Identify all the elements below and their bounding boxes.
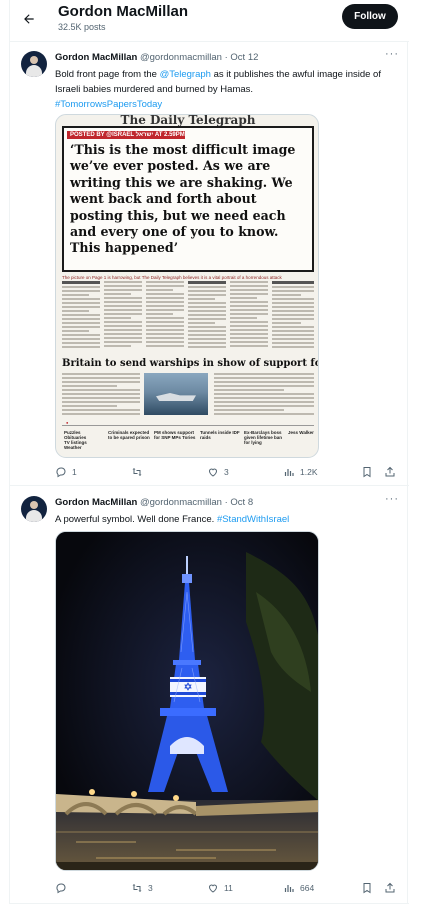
- tweet-image-eiffel-tower[interactable]: [55, 531, 319, 871]
- reply-icon: [56, 883, 66, 894]
- author-handle[interactable]: @gordonmacmillan: [140, 52, 222, 63]
- reply-button[interactable]: 1: [55, 462, 77, 482]
- repost-button[interactable]: [131, 462, 148, 482]
- post-count: 32.5K posts: [58, 22, 106, 32]
- author-name[interactable]: Gordon MacMillan: [55, 52, 137, 63]
- like-icon: [208, 884, 218, 893]
- views-button[interactable]: 1.2K: [283, 462, 318, 482]
- eiffel-tower-illustration: [56, 532, 318, 870]
- footer-story: Jess Walker: [288, 430, 314, 452]
- timeline-column: Gordon MacMillan 32.5K posts Follow Gord…: [9, 0, 409, 904]
- tweet-actions: 3 11 664: [55, 878, 400, 898]
- article-columns: [62, 281, 314, 357]
- article-column: [146, 281, 184, 357]
- share-button[interactable]: [384, 462, 396, 482]
- article-column: [62, 281, 100, 357]
- share-icon: [385, 882, 395, 893]
- footer-story: Criminals expected to be spared prison: [108, 430, 150, 452]
- repost-icon: [132, 468, 142, 476]
- back-arrow-icon[interactable]: [18, 8, 40, 30]
- image-caption: The picture on Page 1 is harrowing, but …: [62, 275, 282, 280]
- bookmark-icon: [363, 467, 371, 478]
- tweet-text-part: A powerful symbol. Well done France.: [55, 514, 217, 525]
- reply-count: 1: [72, 467, 77, 477]
- warship-photo: [144, 373, 208, 415]
- meta-separator: ·: [224, 497, 228, 508]
- like-count: 11: [224, 883, 233, 893]
- reply-icon: [56, 467, 66, 478]
- meta-separator: ·: [224, 52, 228, 63]
- tweet-date[interactable]: Oct 12: [230, 52, 258, 63]
- like-count: 3: [224, 467, 229, 477]
- newspaper-footer: ● Puzzles Obituaries TV listings Weather…: [62, 420, 314, 455]
- footer-index-item: Weather: [64, 445, 82, 450]
- footer-story-head: Tunnels inside IDF raids: [200, 430, 240, 440]
- views-icon: [284, 885, 294, 892]
- views-icon: [284, 469, 294, 476]
- tweet-text: Bold front page from the @Telegraph as i…: [55, 67, 395, 112]
- footer-story: Tunnels inside IDF raids: [200, 430, 240, 452]
- tweet[interactable]: Gordon MacMillan @gordonmacmillan · Oct …: [10, 487, 409, 904]
- share-button[interactable]: [384, 878, 396, 898]
- footer-story: PM shows support for SNP MPs Tories: [154, 430, 196, 452]
- article-column: [62, 373, 140, 423]
- views-count: 1.2K: [300, 467, 318, 477]
- like-button[interactable]: 11: [207, 878, 233, 898]
- hashtag-link[interactable]: #StandWithIsrael: [217, 514, 289, 525]
- like-button[interactable]: 3: [207, 462, 229, 482]
- tweet-meta: Gordon MacMillan @gordonmacmillan · Oct …: [55, 497, 253, 508]
- more-icon[interactable]: ···: [385, 493, 399, 505]
- tweet-date[interactable]: Oct 8: [230, 497, 253, 508]
- quote-text: ‘This is the most difficult image we’ve …: [70, 142, 296, 256]
- profile-header: Gordon MacMillan 32.5K posts Follow: [10, 0, 409, 42]
- article-column: [230, 281, 268, 357]
- tweet-meta: Gordon MacMillan @gordonmacmillan · Oct …: [55, 52, 258, 63]
- quote-bar: POSTED BY @ISRAEL ישראל AT 2.59PM: [67, 131, 185, 139]
- footer-story: Ex-Barclays boss given lifetime ban for …: [244, 430, 284, 452]
- footer-story-head: PM shows support for SNP MPs Tories: [154, 430, 196, 440]
- share-icon: [385, 466, 395, 477]
- like-icon: [208, 468, 218, 477]
- tweet-image-newspaper[interactable]: The Daily Telegraph POSTED BY @ISRAEL יש…: [55, 114, 319, 458]
- article-column: [188, 281, 226, 357]
- footer-red-tag: ●: [66, 420, 69, 425]
- follow-button[interactable]: Follow: [342, 4, 398, 29]
- footer-story-head: Jess Walker: [288, 430, 314, 435]
- reply-button[interactable]: [55, 878, 72, 898]
- views-button[interactable]: 664: [283, 878, 314, 898]
- bookmark-icon: [363, 883, 371, 894]
- repost-button[interactable]: 3: [131, 878, 153, 898]
- author-handle[interactable]: @gordonmacmillan: [140, 497, 222, 508]
- tweet-text-part: Bold front page from the: [55, 69, 160, 80]
- newspaper-headline: Britain to send warships in show of supp…: [62, 358, 318, 369]
- footer-story-head: Ex-Barclays boss given lifetime ban for …: [244, 430, 283, 445]
- mention-link[interactable]: @Telegraph: [160, 69, 211, 80]
- tweet[interactable]: Gordon MacMillan @gordonmacmillan · Oct …: [10, 42, 409, 486]
- article-column: [214, 373, 314, 423]
- article-column: [104, 281, 142, 357]
- tweet-actions: 1 3 1.2K: [55, 462, 400, 482]
- repost-count: 3: [148, 883, 153, 893]
- article-column: [272, 281, 314, 357]
- hashtag-link[interactable]: #TomorrowsPapersToday: [55, 99, 162, 110]
- views-count: 664: [300, 883, 315, 893]
- quote-box: POSTED BY @ISRAEL ישראל AT 2.59PM ‘This …: [62, 126, 314, 272]
- footer-index: Puzzles Obituaries TV listings Weather: [64, 430, 104, 452]
- bookmark-button[interactable]: [361, 462, 373, 482]
- avatar[interactable]: [21, 51, 47, 77]
- footer-story-head: Criminals expected to be spared prison: [108, 430, 150, 440]
- author-name[interactable]: Gordon MacMillan: [55, 497, 137, 508]
- bookmark-button[interactable]: [361, 878, 373, 898]
- avatar[interactable]: [21, 496, 47, 522]
- repost-icon: [132, 884, 142, 892]
- more-icon[interactable]: ···: [385, 48, 399, 60]
- tweet-text: A powerful symbol. Well done France. #St…: [55, 512, 395, 527]
- profile-name: Gordon MacMillan: [58, 3, 189, 20]
